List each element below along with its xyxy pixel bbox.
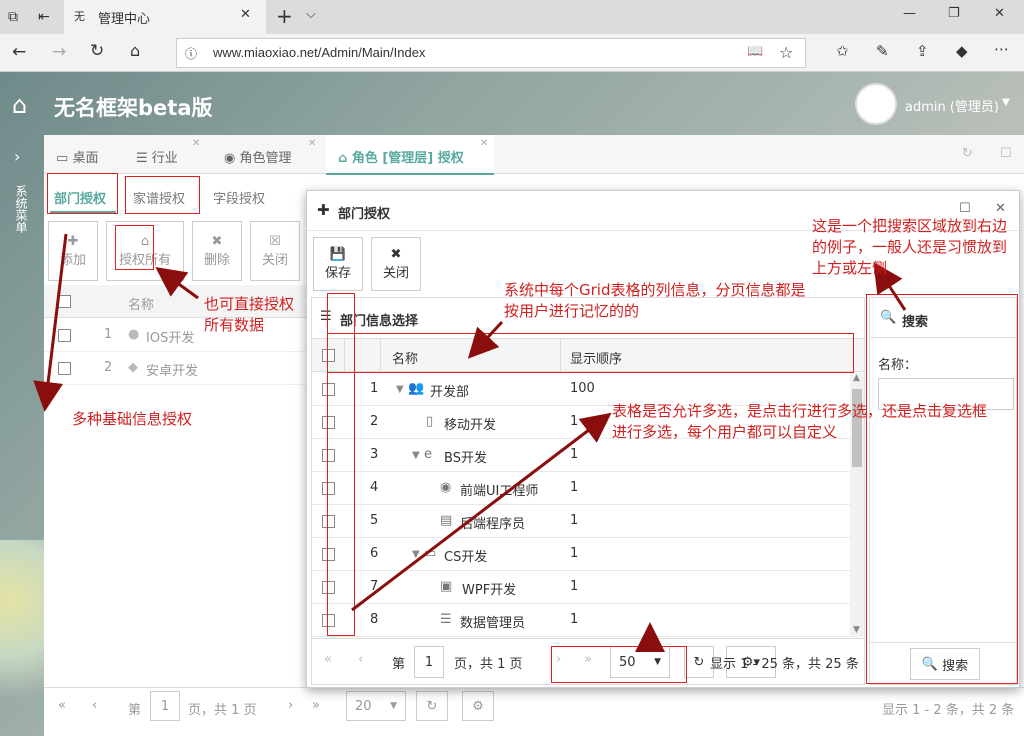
annotation-note: 也可直接授权 所有数据 [204, 295, 295, 334]
annotation-note: 多种基础信息授权 [72, 410, 193, 428]
arrow [467, 320, 504, 359]
annotation-arrows [33, 233, 907, 652]
arrow [155, 266, 199, 300]
arrow [351, 412, 612, 612]
annotation-note: 这是一个把搜索区域放到右边 的例子，一般人还是习惯放到 上方或左侧 [812, 217, 1008, 277]
annotation-note: 表格是否允许多选，是点击行进行多选，还是点击复选框 进行多选，每个用户都可以自定… [612, 402, 988, 441]
arrow [33, 233, 68, 412]
annotation-note: 系统中每个Grid表格的列信息，分页信息都是 按用户进行记忆的的 [504, 281, 806, 320]
